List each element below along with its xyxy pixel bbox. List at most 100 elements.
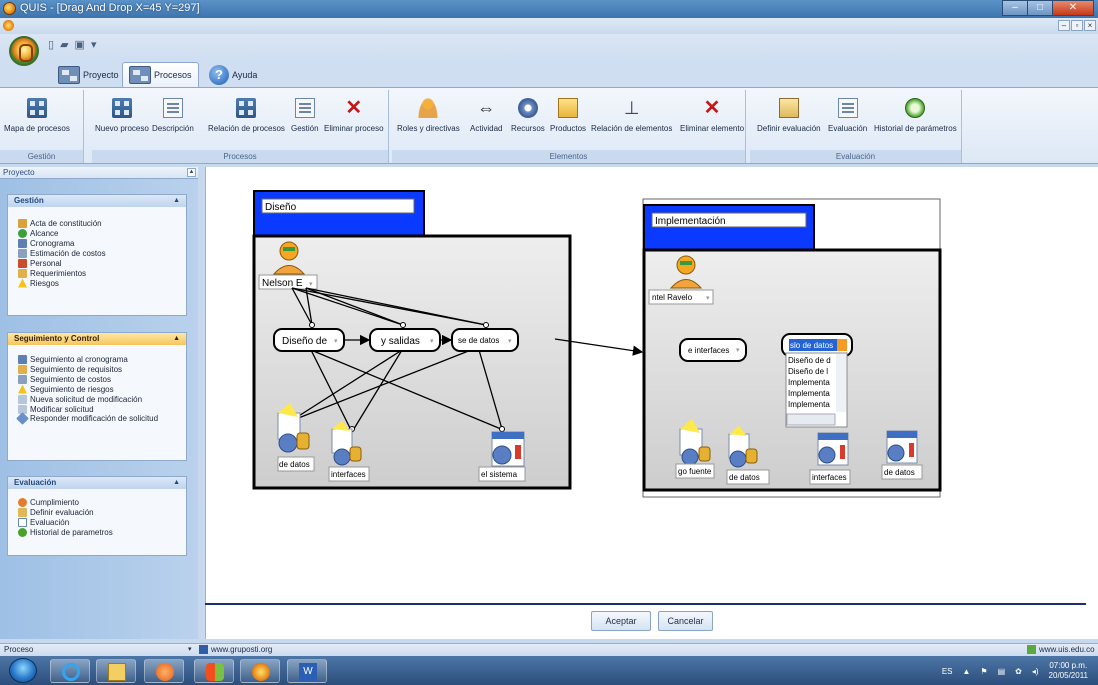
dropdown-option[interactable]: Implementa [788, 400, 830, 409]
accept-button[interactable]: Aceptar [591, 611, 651, 631]
collapse-arrow-icon[interactable]: ▲ [173, 477, 180, 489]
definir-evaluacion-button[interactable]: Definir evaluación [757, 98, 821, 133]
section-evaluacion-header[interactable]: Evaluación ▲ [8, 477, 186, 489]
dropdown-option[interactable]: Implementa [788, 389, 830, 398]
recursos-button[interactable]: Recursos [511, 98, 545, 133]
requirements-icon [18, 268, 27, 278]
process-implementacion[interactable]: Implementación ntel Ravelo ▾ e interface… [642, 198, 942, 498]
mdi-bar: – ▫ × [0, 18, 1098, 34]
system-gear-icon [886, 430, 918, 464]
tab-proyecto[interactable]: Proyecto [52, 62, 125, 87]
roles-y-directivas-button[interactable]: Roles y directivas [397, 98, 460, 133]
section-seguimiento-header[interactable]: Seguimiento y Control ▲ [8, 333, 186, 345]
start-button[interactable] [9, 658, 37, 683]
system-tray: ES ▲ ⚑ ▤ ✿ ◂) 07:00 p.m. 20/05/2011 [942, 661, 1088, 681]
eliminar-elemento-button[interactable]: ✕ Eliminar elemento [680, 98, 744, 133]
nav-item-seg-requisitos[interactable]: Seguimiento de requisitos [18, 364, 186, 374]
nav-item-acta[interactable]: Acta de constitución [18, 218, 186, 228]
taskbar-live[interactable] [194, 659, 234, 683]
status-dropdown-icon[interactable]: ▾ [188, 644, 192, 656]
relacion-elementos-label: Relación de elementos [591, 124, 673, 133]
taskbar-media[interactable] [144, 659, 184, 683]
nav-item-alcance[interactable]: Alcance [18, 228, 186, 238]
taskbar-quis[interactable] [240, 659, 280, 683]
nueva-solicitud-label: Nueva solicitud de modificación [30, 394, 143, 404]
network-icon[interactable]: ▤ [998, 667, 1006, 676]
costs-icon [18, 248, 27, 258]
language-indicator[interactable]: ES [942, 667, 953, 676]
descripcion-button[interactable]: Descripción [152, 98, 194, 133]
dropdown-arrow-icon[interactable] [837, 339, 847, 351]
nuevo-proceso-button[interactable]: Nuevo proceso [95, 98, 149, 133]
nav-item-evaluacion[interactable]: Evaluación [18, 517, 186, 527]
group-gestion-label: Gestión [0, 150, 83, 163]
section-gestion-header[interactable]: Gestión ▲ [8, 195, 186, 207]
mdi-restore-icon[interactable]: ▫ [1071, 20, 1083, 31]
nav-item-seg-costos[interactable]: Seguimiento de costos [18, 374, 186, 384]
clock[interactable]: 07:00 p.m. 20/05/2011 [1049, 661, 1088, 681]
nav-item-nueva-solicitud[interactable]: Nueva solicitud de modificación [18, 394, 186, 404]
procesos-icon [129, 66, 151, 84]
nav-item-estimacion[interactable]: Estimación de costos [18, 248, 186, 258]
volume-icon[interactable]: ◂) [1032, 667, 1039, 676]
nav-item-requerimientos[interactable]: Requerimientos [18, 268, 186, 278]
nav-item-definir-evaluacion[interactable]: Definir evaluación [18, 507, 186, 517]
open-folder-icon[interactable]: ▰ [60, 38, 68, 51]
taskbar-explorer[interactable] [96, 659, 136, 683]
process-diseno[interactable]: Diseño Nelson E ▾ Diseño de ▾ y salidas … [252, 190, 572, 490]
mdi-close-icon[interactable]: × [1084, 20, 1096, 31]
gestion-button[interactable]: Gestión [291, 98, 319, 133]
new-file-icon[interactable]: ▯ [48, 38, 54, 51]
app-tray-icon[interactable]: ✿ [1015, 667, 1022, 676]
mdi-minimize-icon[interactable]: – [1058, 20, 1070, 31]
tab-procesos-label: Procesos [154, 70, 192, 80]
tab-ayuda[interactable]: ? Ayuda [203, 62, 263, 87]
nav-item-cumplimiento[interactable]: Cumplimiento [18, 497, 186, 507]
evaluacion-button[interactable]: Evaluación [828, 98, 867, 133]
show-hidden-icons-icon[interactable]: ▲ [963, 667, 971, 676]
dropdown-list[interactable]: Diseño de d Diseño de l Implementa Imple… [785, 352, 848, 428]
dropdown-option[interactable]: Diseño de l [788, 367, 828, 376]
dropdown-arrow-icon: ▾ [736, 347, 740, 354]
tab-procesos[interactable]: Procesos [122, 62, 199, 87]
alcance-icon [18, 228, 27, 238]
cancel-button[interactable]: Cancelar [658, 611, 713, 631]
nav-item-seg-cronograma[interactable]: Seguimiento al cronograma [18, 354, 186, 364]
save-icon[interactable]: ▣ [75, 38, 85, 51]
dropdown-arrow-icon: ▾ [508, 338, 512, 345]
maximize-icon[interactable]: □ [1027, 0, 1053, 16]
productos-button[interactable]: Productos [550, 98, 586, 133]
horizontal-scrollbar[interactable] [786, 413, 836, 426]
dropdown-option[interactable]: Implementa [788, 378, 830, 387]
taskbar-ie[interactable] [50, 659, 90, 683]
status-right-url[interactable]: www.uis.edu.co [1039, 644, 1095, 656]
process-canvas[interactable]: Diseño Nelson E ▾ Diseño de ▾ y salidas … [205, 167, 1098, 639]
eliminar-proceso-button[interactable]: ✕ Eliminar proceso [324, 98, 384, 133]
nav-item-historial[interactable]: Historial de parametros [18, 527, 186, 537]
status-url[interactable]: www.gruposti.org [211, 644, 272, 656]
mapa-de-procesos-button[interactable]: Mapa de procesos [4, 98, 70, 133]
collapse-panel-icon[interactable]: ▲ [187, 168, 196, 177]
dropdown-option[interactable]: Diseño de d [788, 356, 831, 365]
eliminar-elemento-label: Eliminar elemento [680, 124, 745, 133]
nav-item-responder[interactable]: Responder modificación de solicitud [16, 412, 178, 434]
collapse-arrow-icon[interactable]: ▲ [173, 333, 180, 345]
relacion-de-elementos-button[interactable]: ⊥ Relación de elementos [591, 98, 672, 133]
nav-item-riesgos[interactable]: Riesgos [18, 278, 186, 288]
historial-de-parametros-button[interactable]: Historial de parámetros [874, 98, 957, 133]
nav-item-personal[interactable]: Personal [18, 258, 186, 268]
taskbar-word[interactable]: W [287, 659, 327, 683]
nav-item-cronograma[interactable]: Cronograma [18, 238, 186, 248]
application-menu-button[interactable] [9, 36, 39, 66]
nav-item-modificar[interactable]: Modificar solicitud [18, 404, 186, 414]
minimize-icon[interactable]: – [1002, 0, 1028, 16]
collapse-arrow-icon[interactable]: ▲ [173, 195, 180, 207]
close-icon[interactable]: ✕ [1052, 0, 1094, 16]
activity-2-label: y salidas [381, 336, 420, 347]
relacion-de-procesos-button[interactable]: Relación de procesos [208, 98, 285, 133]
customize-dropdown-icon[interactable]: ▾ [91, 38, 97, 51]
flag-icon[interactable]: ⚑ [980, 667, 987, 676]
nav-item-seg-riesgos[interactable]: Seguimiento de riesgos [18, 384, 186, 394]
dropdown-arrow-icon: ▾ [334, 338, 338, 345]
actividad-button[interactable]: ⇔ Actividad [470, 98, 502, 133]
